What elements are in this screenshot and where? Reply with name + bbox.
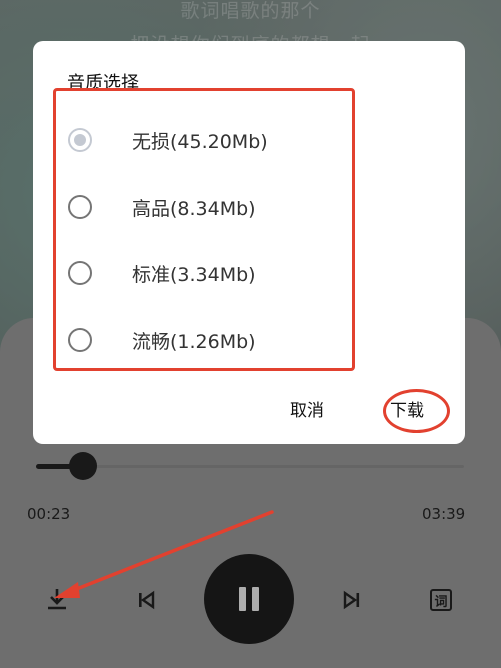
annotation-arrow xyxy=(54,510,274,598)
